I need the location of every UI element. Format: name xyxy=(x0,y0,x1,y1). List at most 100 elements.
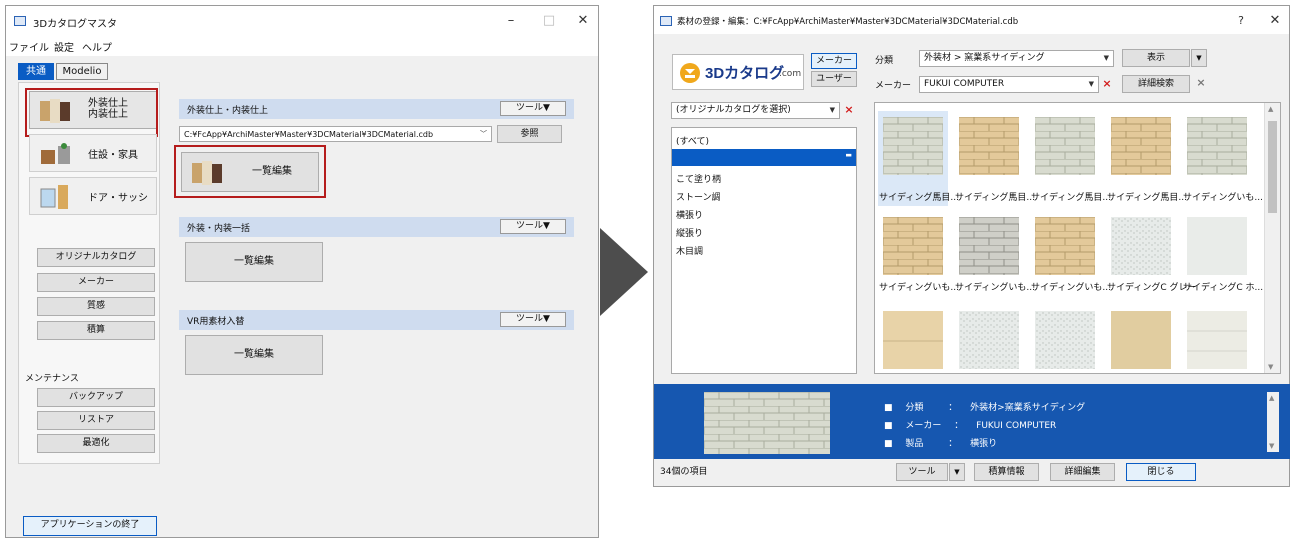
clear-maker-icon[interactable]: × xyxy=(1100,76,1114,93)
info-key: 分類 xyxy=(905,403,924,413)
maker-select[interactable]: FUKUI COMPUTER ▼ xyxy=(919,76,1099,93)
list-item[interactable]: 横張り xyxy=(676,208,703,221)
material-tile[interactable] xyxy=(959,217,1019,275)
material-tile[interactable] xyxy=(1035,311,1095,369)
tile-label: サイディングいも... xyxy=(1031,283,1111,293)
material-tile[interactable] xyxy=(1111,117,1171,175)
maker-toggle-button[interactable]: メーカー xyxy=(811,53,857,69)
backup-button[interactable]: バックアップ xyxy=(37,388,155,407)
category-select[interactable]: 外装材 > 窯業系サイディング ▼ xyxy=(919,50,1114,67)
restore-button[interactable]: リストア xyxy=(37,411,155,430)
maximize-icon[interactable]: □ xyxy=(538,12,560,30)
detail-info-bar: ■ 分類 ： 外装材>窯業系サイディング ■ メーカー ： FUKUI COMP… xyxy=(654,384,1290,459)
bullet-icon: ■ xyxy=(884,439,893,449)
scroll-down-icon[interactable]: ▼ xyxy=(1268,363,1273,371)
estimate-info-button[interactable]: 積算情報 xyxy=(974,463,1039,481)
tool-dropdown-icon[interactable]: ▼ xyxy=(949,463,965,481)
close-button[interactable]: 閉じる xyxy=(1126,463,1196,481)
tool-button[interactable]: ツール xyxy=(896,463,948,481)
tool-menu-button[interactable]: ツール▼ xyxy=(500,219,566,234)
category-fixtures-button[interactable]: 住設・家具 xyxy=(29,134,157,172)
close-icon[interactable]: ✕ xyxy=(572,12,594,30)
info-row-product: ■ 製品 ： 横張り xyxy=(884,436,997,449)
display-button[interactable]: 表示 xyxy=(1122,49,1190,67)
bulk-edit-button-3[interactable]: 一覧編集 xyxy=(185,335,323,375)
info-sep: ： xyxy=(954,421,964,431)
list-item[interactable]: こて塗り柄 xyxy=(676,172,721,185)
detail-edit-button[interactable]: 詳細編集 xyxy=(1050,463,1115,481)
material-tile[interactable] xyxy=(959,311,1019,369)
info-scrollbar[interactable]: ▲ ▼ xyxy=(1267,392,1279,452)
list-item[interactable]: 縦張り xyxy=(676,226,703,239)
minimize-icon[interactable]: – xyxy=(500,12,522,30)
material-tile[interactable] xyxy=(1187,217,1247,275)
menu-settings[interactable]: 設定 xyxy=(54,39,74,54)
bulk-edit-button-2[interactable]: 一覧編集 xyxy=(185,242,323,282)
list-item[interactable]: ストーン調 xyxy=(676,190,721,203)
dropdown-arrow-icon[interactable]: ▼ xyxy=(1089,77,1094,92)
tab-modelio[interactable]: Modelio xyxy=(56,63,108,80)
clear-catalog-icon[interactable]: × xyxy=(842,102,856,119)
info-row-maker: ■ メーカー ： FUKUI COMPUTER xyxy=(884,418,1056,431)
section-header-bulk: 外装・内装一括 ツール▼ xyxy=(179,217,574,237)
estimate-button[interactable]: 積算 xyxy=(37,321,155,340)
material-tile[interactable] xyxy=(1111,311,1171,369)
close-icon[interactable]: ✕ xyxy=(1264,12,1286,30)
material-tile[interactable] xyxy=(883,217,943,275)
category-door-sash-button[interactable]: ドア・サッシ xyxy=(29,177,157,215)
menu-bar: ファイル 設定 ヘルプ xyxy=(6,36,598,56)
app-icon xyxy=(660,16,672,26)
catalog-master-window: 3Dカタログマスタ – □ ✕ ファイル 設定 ヘルプ 共通 Modelio 外… xyxy=(5,5,599,538)
menu-help[interactable]: ヘルプ xyxy=(82,39,112,54)
maker-button[interactable]: メーカー xyxy=(37,273,155,292)
tile-label: サイディングいも... xyxy=(955,283,1035,293)
highlight-frame xyxy=(25,88,158,137)
exit-app-button[interactable]: アプリケーションの終了 xyxy=(23,516,157,536)
clear-search-icon[interactable]: × xyxy=(1194,75,1208,92)
list-item[interactable]: (すべて) xyxy=(676,134,709,147)
preview-image xyxy=(704,392,830,454)
user-toggle-button[interactable]: ユーザー xyxy=(811,71,857,87)
detail-search-button[interactable]: 詳細検索 xyxy=(1122,75,1190,93)
info-key: メーカー xyxy=(905,421,942,431)
tool-menu-button[interactable]: ツール▼ xyxy=(500,312,566,327)
maker-value: FUKUI COMPUTER xyxy=(924,79,1005,89)
tool-menu-button[interactable]: ツール▼ xyxy=(500,101,566,116)
section-title: VR用素材入替 xyxy=(187,317,245,327)
tab-common[interactable]: 共通 xyxy=(18,63,54,80)
highlight-frame xyxy=(174,145,326,198)
material-tile[interactable] xyxy=(1035,117,1095,175)
material-tile[interactable] xyxy=(1111,217,1171,275)
dropdown-arrow-icon[interactable]: ▼ xyxy=(1104,51,1109,66)
title-bar: 3Dカタログマスタ – □ ✕ xyxy=(6,6,598,36)
scrollbar-thumb[interactable] xyxy=(1268,121,1277,213)
help-icon[interactable]: ? xyxy=(1230,12,1252,30)
browse-button[interactable]: 参照 xyxy=(497,125,562,143)
list-item[interactable]: 木目調 xyxy=(676,244,703,257)
list-item-selected[interactable]: ▬ xyxy=(672,149,856,166)
original-catalog-button[interactable]: オリジナルカタログ xyxy=(37,248,155,267)
menu-file[interactable]: ファイル xyxy=(9,39,49,54)
bullet-icon: ■ xyxy=(884,421,893,431)
tile-label: サイディングC ホ... xyxy=(1183,283,1264,293)
category-value: 外装材 > 窯業系サイディング xyxy=(924,53,1045,63)
category-label: 分類 xyxy=(875,56,894,66)
material-tile[interactable] xyxy=(883,117,943,175)
material-tile[interactable] xyxy=(883,311,943,369)
material-tile[interactable] xyxy=(1187,117,1247,175)
material-tile[interactable] xyxy=(959,117,1019,175)
scroll-up-icon[interactable]: ▲ xyxy=(1269,394,1274,402)
optimize-button[interactable]: 最適化 xyxy=(37,434,155,453)
db-path-field[interactable]: C:¥FcApp¥ArchiMaster¥Master¥3DCMaterial¥… xyxy=(179,126,492,142)
scroll-down-icon[interactable]: ▼ xyxy=(1269,442,1274,450)
dropdown-arrow-icon[interactable]: ▼ xyxy=(830,103,835,118)
grid-scrollbar[interactable]: ▲ ▼ xyxy=(1264,103,1280,373)
chevron-down-icon[interactable]: ﹀ xyxy=(480,127,487,141)
catalog-select[interactable]: (オリジナルカタログを選択) ▼ xyxy=(671,102,840,119)
material-tile[interactable] xyxy=(1187,311,1247,369)
material-edit-window: 素材の登録・編集：C:¥FcApp¥ArchiMaster¥Master¥3DC… xyxy=(653,5,1290,487)
texture-button[interactable]: 質感 xyxy=(37,297,155,316)
scroll-up-icon[interactable]: ▲ xyxy=(1268,105,1273,113)
display-dropdown-icon[interactable]: ▼ xyxy=(1191,49,1207,67)
material-tile[interactable] xyxy=(1035,217,1095,275)
